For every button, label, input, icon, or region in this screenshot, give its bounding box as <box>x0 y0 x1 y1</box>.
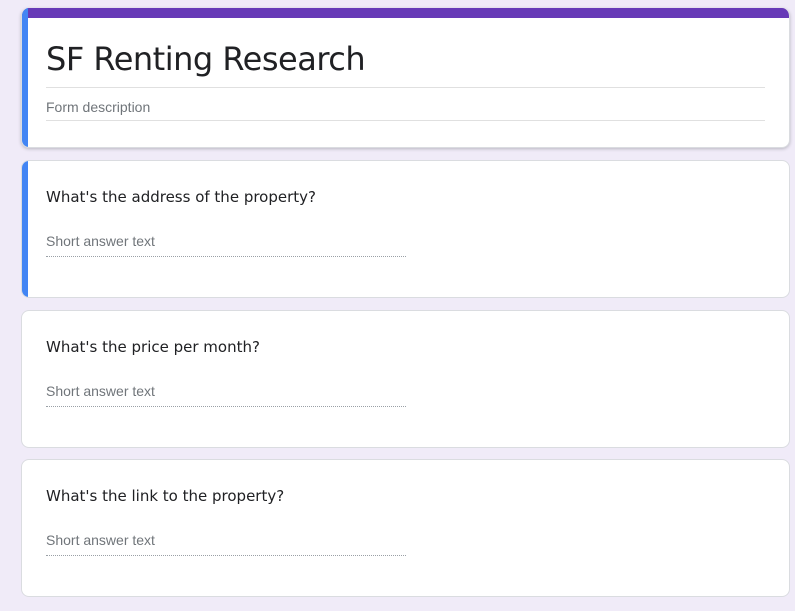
question-title[interactable]: What's the address of the property? <box>46 188 316 206</box>
active-indicator <box>22 161 28 297</box>
question-title[interactable]: What's the price per month? <box>46 338 260 356</box>
question-title[interactable]: What's the link to the property? <box>46 487 284 505</box>
question-card[interactable]: What's the link to the property? Short a… <box>21 459 790 597</box>
theme-color-bar <box>22 8 789 18</box>
short-answer-underline <box>46 406 406 407</box>
question-card[interactable]: What's the address of the property? Shor… <box>21 160 790 298</box>
form-description-field[interactable]: Form description <box>46 99 150 115</box>
title-underline <box>46 87 765 88</box>
form-header-card[interactable]: SF Renting Research Form description <box>21 8 790 148</box>
form-title[interactable]: SF Renting Research <box>46 40 366 78</box>
short-answer-placeholder: Short answer text <box>46 233 155 249</box>
description-underline <box>46 120 765 121</box>
active-indicator <box>22 8 28 147</box>
short-answer-underline <box>46 555 406 556</box>
short-answer-placeholder: Short answer text <box>46 383 155 399</box>
question-card[interactable]: What's the price per month? Short answer… <box>21 310 790 448</box>
short-answer-placeholder: Short answer text <box>46 532 155 548</box>
short-answer-underline <box>46 256 406 257</box>
